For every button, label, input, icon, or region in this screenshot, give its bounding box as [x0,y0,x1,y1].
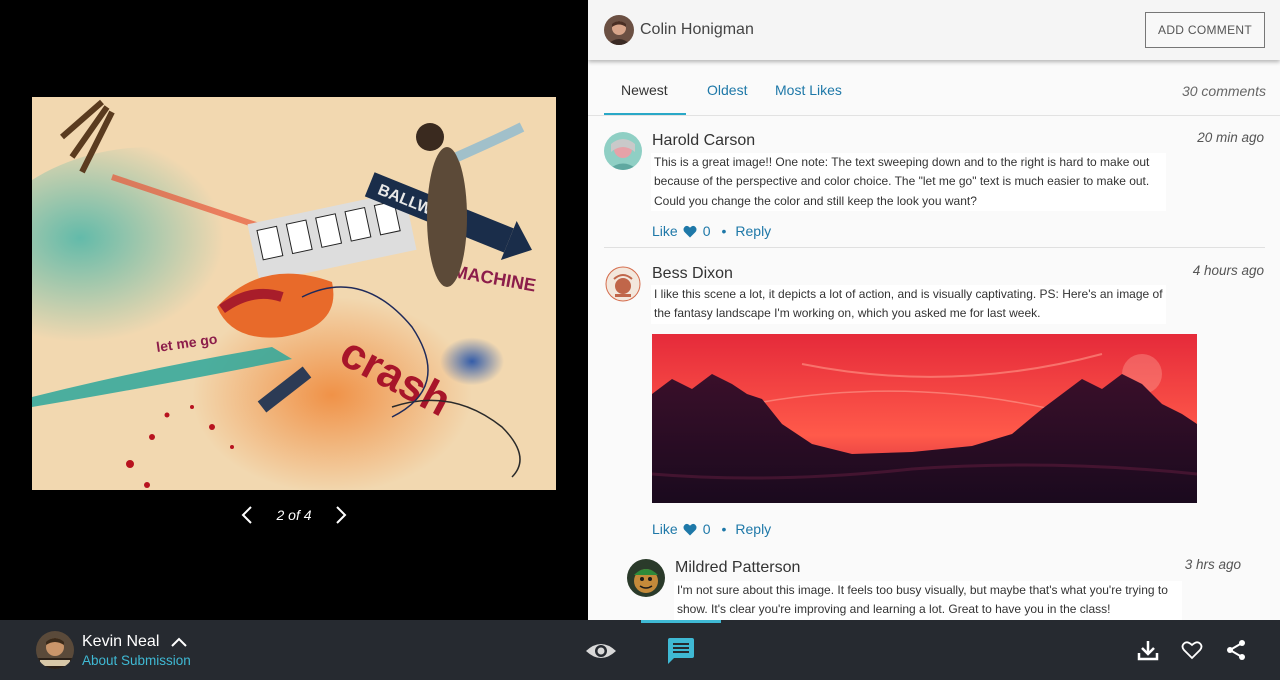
reply-button[interactable]: Reply [735,521,771,537]
about-submission-link[interactable]: About Submission [82,653,191,668]
heart-icon [683,523,697,536]
share-button[interactable] [1224,638,1248,662]
comment-text: I like this scene a lot, it depicts a lo… [651,285,1166,324]
bottom-toolbar: Kevin Neal About Submission [0,620,1280,680]
chevron-left-icon [241,506,252,524]
comment-author[interactable]: Harold Carson [652,132,755,150]
avatar [604,265,642,303]
comment-timestamp: 4 hours ago [1192,263,1264,278]
image-pager: 2 of 4 [236,503,352,527]
comment-text: This is a great image!! One note: The te… [651,153,1166,211]
submission-artwork: BALLWORK MACHINE let me go crash [32,97,556,490]
heart-outline-icon [1181,641,1203,660]
comment-actions: Like 0 • Reply [652,521,771,537]
previous-image-button[interactable] [236,503,258,527]
comments-button[interactable] [664,636,696,666]
like-count: 0 [702,521,711,537]
reply-button[interactable]: Reply [735,223,771,239]
tab-most-likes[interactable]: Most Likes [775,82,842,98]
download-button[interactable] [1136,638,1160,662]
divider [604,247,1265,248]
comment-actions: Like 0 • Reply [652,223,771,239]
comment-text: I'm not sure about this image. It feels … [674,581,1182,620]
like-button[interactable]: Like [652,521,678,537]
comment-author[interactable]: Bess Dixon [652,265,733,283]
like-count: 0 [702,223,711,239]
image-viewer: BALLWORK MACHINE let me go crash 2 of 4 [0,0,588,620]
comment-icon [668,638,694,664]
next-image-button[interactable] [330,503,352,527]
author-name[interactable]: Kevin Neal [82,633,159,651]
active-tab-indicator [604,113,686,115]
active-view-indicator [641,620,721,623]
heart-icon [683,225,697,238]
chevron-right-icon [336,506,347,524]
avatar [604,132,642,170]
caret-up-icon[interactable] [169,632,189,652]
view-image-button[interactable] [584,639,618,663]
owner-name: Colin Honigman [640,21,754,38]
tab-newest[interactable]: Newest [621,82,668,98]
comment-timestamp: 3 hrs ago [1184,557,1241,572]
comment-timestamp: 20 min ago [1197,130,1264,145]
comment-author[interactable]: Mildred Patterson [675,559,800,577]
favorite-button[interactable] [1180,638,1204,662]
comments-panel: Colin Honigman ADD COMMENT Newest Oldest… [588,0,1280,620]
share-icon [1227,640,1245,660]
avatar [604,15,634,45]
comment-item: Harold Carson 20 min ago This is a great… [604,130,1264,242]
avatar [627,559,665,597]
separator-dot: • [721,223,727,239]
comment-sort-tabs: Newest Oldest Most Likes 30 comments [588,64,1280,116]
comment-count: 30 comments [1181,83,1266,99]
panel-header: Colin Honigman ADD COMMENT [588,0,1280,60]
eye-icon [586,644,616,658]
like-button[interactable]: Like [652,223,678,239]
avatar[interactable] [36,631,74,669]
separator-dot: • [721,521,727,537]
comment-attachment-image[interactable] [652,334,1197,503]
download-icon [1137,641,1159,661]
comment-reply-item: Mildred Patterson 3 hrs ago I'm not sure… [627,557,1241,620]
add-comment-button[interactable]: ADD COMMENT [1145,12,1265,48]
tab-oldest[interactable]: Oldest [707,82,747,98]
pager-count: 2 of 4 [276,507,312,523]
